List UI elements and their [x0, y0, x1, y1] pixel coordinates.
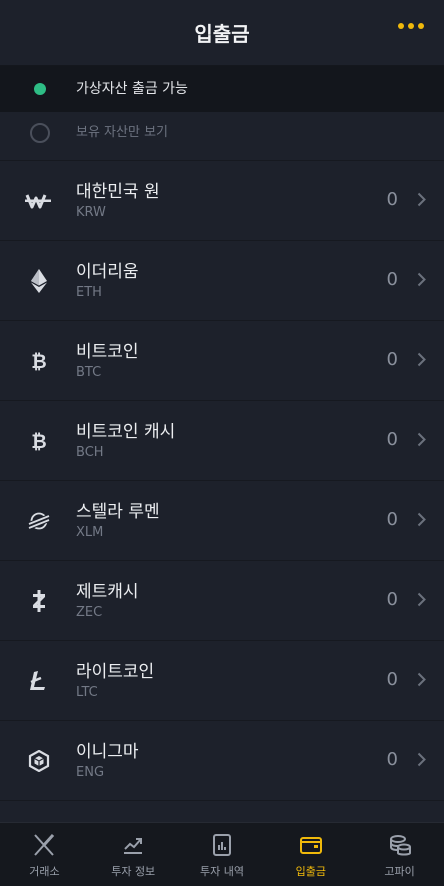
asset-code: BTC	[76, 365, 102, 380]
asset-name: 제트캐시	[76, 582, 139, 602]
asset-name: 대한민국 원	[76, 182, 160, 202]
asset-balance: 0	[386, 509, 398, 530]
exchange-icon	[34, 833, 55, 856]
asset-code: ZEC	[76, 605, 103, 620]
litecoin-icon	[24, 667, 54, 695]
chevron-right-icon	[417, 752, 426, 771]
coins-icon	[389, 835, 411, 856]
won-icon	[24, 187, 54, 215]
stellar-icon	[24, 507, 54, 535]
asset-name: 이더리움	[76, 262, 139, 282]
tab-deposit-withdraw[interactable]: 입출금	[266, 823, 355, 886]
asset-row-eng[interactable]: 이니그마 ENG 0	[0, 721, 444, 801]
asset-balance: 0	[386, 749, 398, 770]
tab-label: 거래소	[29, 865, 60, 878]
holdings-only-toggle[interactable]: 보유 자산만 보기	[0, 112, 444, 161]
asset-code: XLM	[76, 525, 104, 540]
asset-balance: 0	[386, 269, 398, 290]
asset-row-ltc[interactable]: 라이트코인 LTC 0	[0, 641, 444, 721]
asset-row-krw[interactable]: 대한민국 원 KRW 0	[0, 161, 444, 241]
bottom-tab-bar: 거래소 투자 정보 투자 내역 입출금 고파이	[0, 822, 444, 886]
holdings-only-label: 보유 자산만 보기	[76, 125, 168, 140]
bitcoin-icon: ₿	[24, 347, 54, 375]
tab-investment-info[interactable]: 투자 정보	[89, 823, 178, 886]
asset-code: BCH	[76, 445, 104, 460]
ethereum-icon	[24, 267, 54, 295]
asset-balance: 0	[386, 189, 398, 210]
tab-label: 투자 정보	[111, 865, 156, 878]
asset-code: LTC	[76, 685, 98, 700]
asset-balance: 0	[386, 349, 398, 370]
tab-gopax[interactable]: 고파이	[355, 823, 444, 886]
withdrawable-filter[interactable]: 가상자산 출금 가능	[0, 66, 444, 112]
asset-row-btc[interactable]: ₿ 비트코인 BTC 0	[0, 321, 444, 401]
report-icon	[212, 834, 231, 856]
enigma-icon	[24, 747, 54, 775]
asset-name: 비트코인	[76, 342, 139, 362]
chevron-right-icon	[417, 672, 426, 691]
asset-name: 이니그마	[76, 742, 139, 762]
chevron-right-icon	[417, 192, 426, 211]
withdrawable-filter-label: 가상자산 출금 가능	[76, 81, 188, 97]
radio-circle-icon	[30, 123, 50, 143]
tab-label: 고파이	[384, 865, 415, 878]
asset-name: 비트코인 캐시	[76, 422, 176, 442]
svg-text:₿: ₿	[31, 351, 46, 372]
asset-balance: 0	[386, 429, 398, 450]
chevron-right-icon	[417, 272, 426, 291]
chevron-right-icon	[417, 512, 426, 531]
asset-name: 라이트코인	[76, 662, 155, 682]
asset-balance: 0	[386, 589, 398, 610]
chevron-right-icon	[417, 352, 426, 371]
asset-code: KRW	[76, 205, 106, 220]
chevron-right-icon	[417, 592, 426, 611]
asset-list: 대한민국 원 KRW 0 이더리움 ETH 0 ₿ 비트코인 BTC 0 ₿ 비…	[0, 161, 444, 842]
chart-icon	[124, 838, 143, 854]
tab-investment-history[interactable]: 투자 내역	[178, 823, 267, 886]
wallet-icon	[299, 837, 322, 854]
page-title: 입출금	[194, 22, 250, 46]
asset-row-bch[interactable]: ₿ 비트코인 캐시 BCH 0	[0, 401, 444, 481]
more-options-icon[interactable]	[398, 23, 424, 29]
filter-active-dot-icon	[34, 83, 46, 95]
svg-text:₿: ₿	[31, 431, 46, 452]
asset-row-xlm[interactable]: 스텔라 루멘 XLM 0	[0, 481, 444, 561]
asset-row-eth[interactable]: 이더리움 ETH 0	[0, 241, 444, 321]
asset-balance: 0	[386, 669, 398, 690]
asset-code: ENG	[76, 765, 105, 780]
tab-exchange[interactable]: 거래소	[0, 823, 89, 886]
asset-row-zec[interactable]: 제트캐시 ZEC 0	[0, 561, 444, 641]
bitcoin-cash-icon: ₿	[24, 427, 54, 455]
chevron-right-icon	[417, 432, 426, 451]
tab-label: 입출금	[295, 865, 326, 878]
top-bar: 입출금	[0, 0, 444, 66]
tab-label: 투자 내역	[200, 865, 244, 878]
zcash-icon	[24, 587, 54, 615]
asset-name: 스텔라 루멘	[76, 502, 160, 522]
asset-code: ETH	[76, 285, 102, 300]
